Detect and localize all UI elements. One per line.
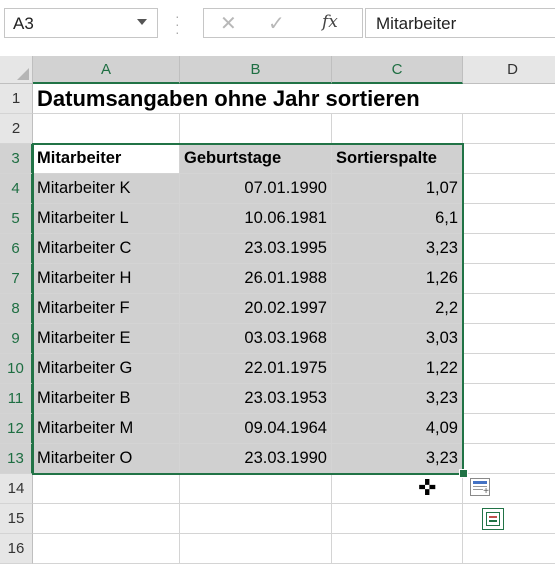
cell[interactable] (33, 534, 180, 564)
header-cell[interactable]: Geburtstage (180, 144, 332, 174)
row-header-14[interactable]: 14 (0, 474, 33, 504)
table-cell[interactable]: 23.03.1995 (180, 234, 332, 264)
table-cell[interactable]: 3,23 (332, 444, 463, 474)
row-header-6[interactable]: 6 (0, 234, 33, 264)
sheet-title[interactable]: Datumsangaben ohne Jahr sortieren (33, 84, 473, 114)
table-cell[interactable]: Mitarbeiter M (33, 414, 180, 444)
row-header-15[interactable]: 15 (0, 504, 33, 534)
cell[interactable] (180, 474, 332, 504)
cell[interactable] (463, 384, 555, 414)
checkmark-icon[interactable]: ✓ (268, 11, 285, 36)
name-box[interactable]: A3 (4, 8, 158, 38)
table-cell[interactable]: Mitarbeiter E (33, 324, 180, 354)
row-header-7[interactable]: 7 (0, 264, 33, 294)
column-header-c[interactable]: C (332, 56, 463, 84)
table-cell[interactable]: 09.04.1964 (180, 414, 332, 444)
cell[interactable] (33, 504, 180, 534)
cell[interactable] (463, 354, 555, 384)
insert-function-button[interactable]: fx (322, 12, 338, 32)
table-cell[interactable]: Mitarbeiter C (33, 234, 180, 264)
fill-handle[interactable] (459, 469, 468, 478)
row-header-8[interactable]: 8 (0, 294, 33, 324)
column-header-d[interactable]: D (463, 56, 555, 84)
table-cell[interactable]: 23.03.1953 (180, 384, 332, 414)
row-header-2[interactable]: 2 (0, 114, 33, 144)
cell[interactable] (332, 114, 463, 144)
cell[interactable] (463, 174, 555, 204)
cell[interactable] (180, 114, 332, 144)
column-header-b[interactable]: B (180, 56, 332, 84)
row-header-16[interactable]: 16 (0, 534, 33, 564)
table-cell[interactable]: Mitarbeiter L (33, 204, 180, 234)
row-header-4[interactable]: 4 (0, 174, 33, 204)
header-cell[interactable]: Mitarbeiter (33, 144, 180, 174)
table-cell[interactable]: 3,03 (332, 324, 463, 354)
row-header-5[interactable]: 5 (0, 204, 33, 234)
cell[interactable] (463, 144, 555, 174)
table-cell[interactable]: 3,23 (332, 234, 463, 264)
row-header-10[interactable]: 10 (0, 354, 33, 384)
cell[interactable] (332, 474, 463, 504)
cell[interactable] (180, 504, 332, 534)
row-header-12[interactable]: 12 (0, 414, 33, 444)
move-cursor-icon: ✜ (418, 475, 437, 500)
select-all-button[interactable] (0, 56, 33, 84)
table-cell[interactable]: 10.06.1981 (180, 204, 332, 234)
table-cell[interactable]: Mitarbeiter G (33, 354, 180, 384)
header-cell[interactable]: Sortierspalte (332, 144, 463, 174)
cell[interactable] (463, 264, 555, 294)
formula-bar: A3 · · · ✕ ✓ fx Mitarbeiter (0, 0, 555, 47)
row-header-9[interactable]: 9 (0, 324, 33, 354)
cell[interactable] (463, 534, 555, 564)
table-cell[interactable]: 1,07 (332, 174, 463, 204)
cell[interactable] (463, 414, 555, 444)
table-cell[interactable]: Mitarbeiter K (33, 174, 180, 204)
cell[interactable] (463, 504, 555, 534)
select-all-icon (17, 68, 29, 80)
table-cell[interactable]: 22.01.1975 (180, 354, 332, 384)
table-cell[interactable]: 1,26 (332, 264, 463, 294)
table-cell[interactable]: 6,1 (332, 204, 463, 234)
table-cell[interactable]: 1,22 (332, 354, 463, 384)
cell[interactable] (463, 204, 555, 234)
cell[interactable] (180, 534, 332, 564)
table-cell[interactable]: Mitarbeiter H (33, 264, 180, 294)
cell[interactable] (463, 114, 555, 144)
paste-options-icon[interactable] (482, 508, 504, 530)
table-cell[interactable]: Mitarbeiter O (33, 444, 180, 474)
formula-input-value: Mitarbeiter (376, 14, 457, 33)
row-header-1[interactable]: 1 (0, 84, 33, 114)
row-header-13[interactable]: 13 (0, 444, 33, 474)
chevron-down-icon[interactable] (137, 19, 147, 25)
table-cell[interactable]: 20.02.1997 (180, 294, 332, 324)
column-header-a[interactable]: A (33, 56, 180, 84)
table-cell[interactable]: 3,23 (332, 384, 463, 414)
cell[interactable] (33, 474, 180, 504)
quick-analysis-icon[interactable]: + (470, 478, 490, 497)
cell[interactable] (33, 114, 180, 144)
cell[interactable] (332, 534, 463, 564)
name-box-value: A3 (13, 14, 34, 33)
cell[interactable] (463, 324, 555, 354)
table-cell[interactable]: 26.01.1988 (180, 264, 332, 294)
cancel-icon[interactable]: ✕ (220, 11, 237, 36)
table-cell[interactable]: 4,09 (332, 414, 463, 444)
table-cell[interactable]: Mitarbeiter B (33, 384, 180, 414)
drag-handle-icon[interactable]: · · · (175, 9, 180, 39)
table-cell[interactable]: 2,2 (332, 294, 463, 324)
cell[interactable] (463, 444, 555, 474)
table-cell[interactable]: 23.03.1990 (180, 444, 332, 474)
table-cell[interactable]: Mitarbeiter F (33, 294, 180, 324)
formula-buttons: ✕ ✓ fx (203, 8, 363, 38)
cell[interactable] (463, 294, 555, 324)
formula-input[interactable]: Mitarbeiter (365, 8, 555, 38)
table-cell[interactable]: 03.03.1968 (180, 324, 332, 354)
row-header-11[interactable]: 11 (0, 384, 33, 414)
cell[interactable] (332, 504, 463, 534)
cell[interactable] (463, 84, 555, 114)
cell[interactable] (463, 234, 555, 264)
row-header-3[interactable]: 3 (0, 144, 33, 174)
table-cell[interactable]: 07.01.1990 (180, 174, 332, 204)
